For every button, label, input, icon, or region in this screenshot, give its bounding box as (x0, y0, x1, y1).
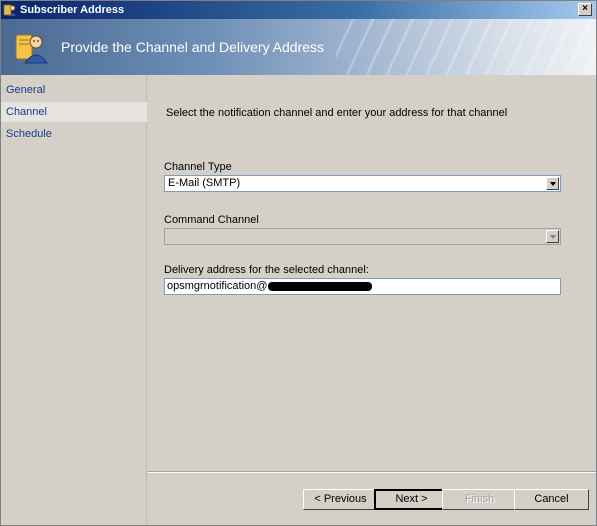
next-button[interactable]: Next > (374, 489, 449, 510)
footer-divider (148, 471, 596, 473)
sidebar-item-schedule[interactable]: Schedule (1, 124, 147, 144)
channel-type-label: Channel Type (164, 161, 232, 173)
wizard-navigation: General Channel Schedule (1, 75, 147, 525)
sidebar-item-channel[interactable]: Channel (1, 102, 147, 122)
close-icon: × (582, 3, 588, 14)
banner-decoration (336, 19, 596, 75)
channel-type-select[interactable]: E-Mail (SMTP) (164, 175, 561, 192)
previous-button[interactable]: < Previous (303, 489, 378, 510)
instruction-text: Select the notification channel and ente… (166, 107, 508, 119)
subscriber-address-dialog: Subscriber Address × Provide the Channel… (0, 0, 597, 526)
command-channel-select (164, 228, 561, 245)
command-channel-label: Command Channel (164, 214, 259, 226)
delivery-address-value: opsmgrnotification@ (167, 280, 268, 292)
delivery-address-input[interactable]: opsmgrnotification@ (164, 278, 561, 295)
window-title: Subscriber Address (20, 4, 125, 16)
header-banner: Provide the Channel and Delivery Address (1, 19, 596, 75)
close-button[interactable]: × (578, 3, 592, 16)
chevron-down-icon (546, 230, 559, 243)
title-bar[interactable]: Subscriber Address × (1, 1, 596, 19)
app-icon (3, 3, 17, 17)
channel-type-value: E-Mail (SMTP) (168, 177, 241, 189)
sidebar-item-general[interactable]: General (1, 80, 147, 100)
finish-button: Finish (442, 489, 517, 510)
redaction-mark (268, 281, 373, 291)
cancel-button[interactable]: Cancel (514, 489, 589, 510)
chevron-down-icon[interactable] (546, 177, 559, 190)
page-title: Provide the Channel and Delivery Address (61, 39, 325, 55)
delivery-address-label: Delivery address for the selected channe… (164, 264, 369, 276)
wizard-content: Select the notification channel and ente… (148, 75, 596, 525)
subscriber-icon (13, 29, 49, 65)
